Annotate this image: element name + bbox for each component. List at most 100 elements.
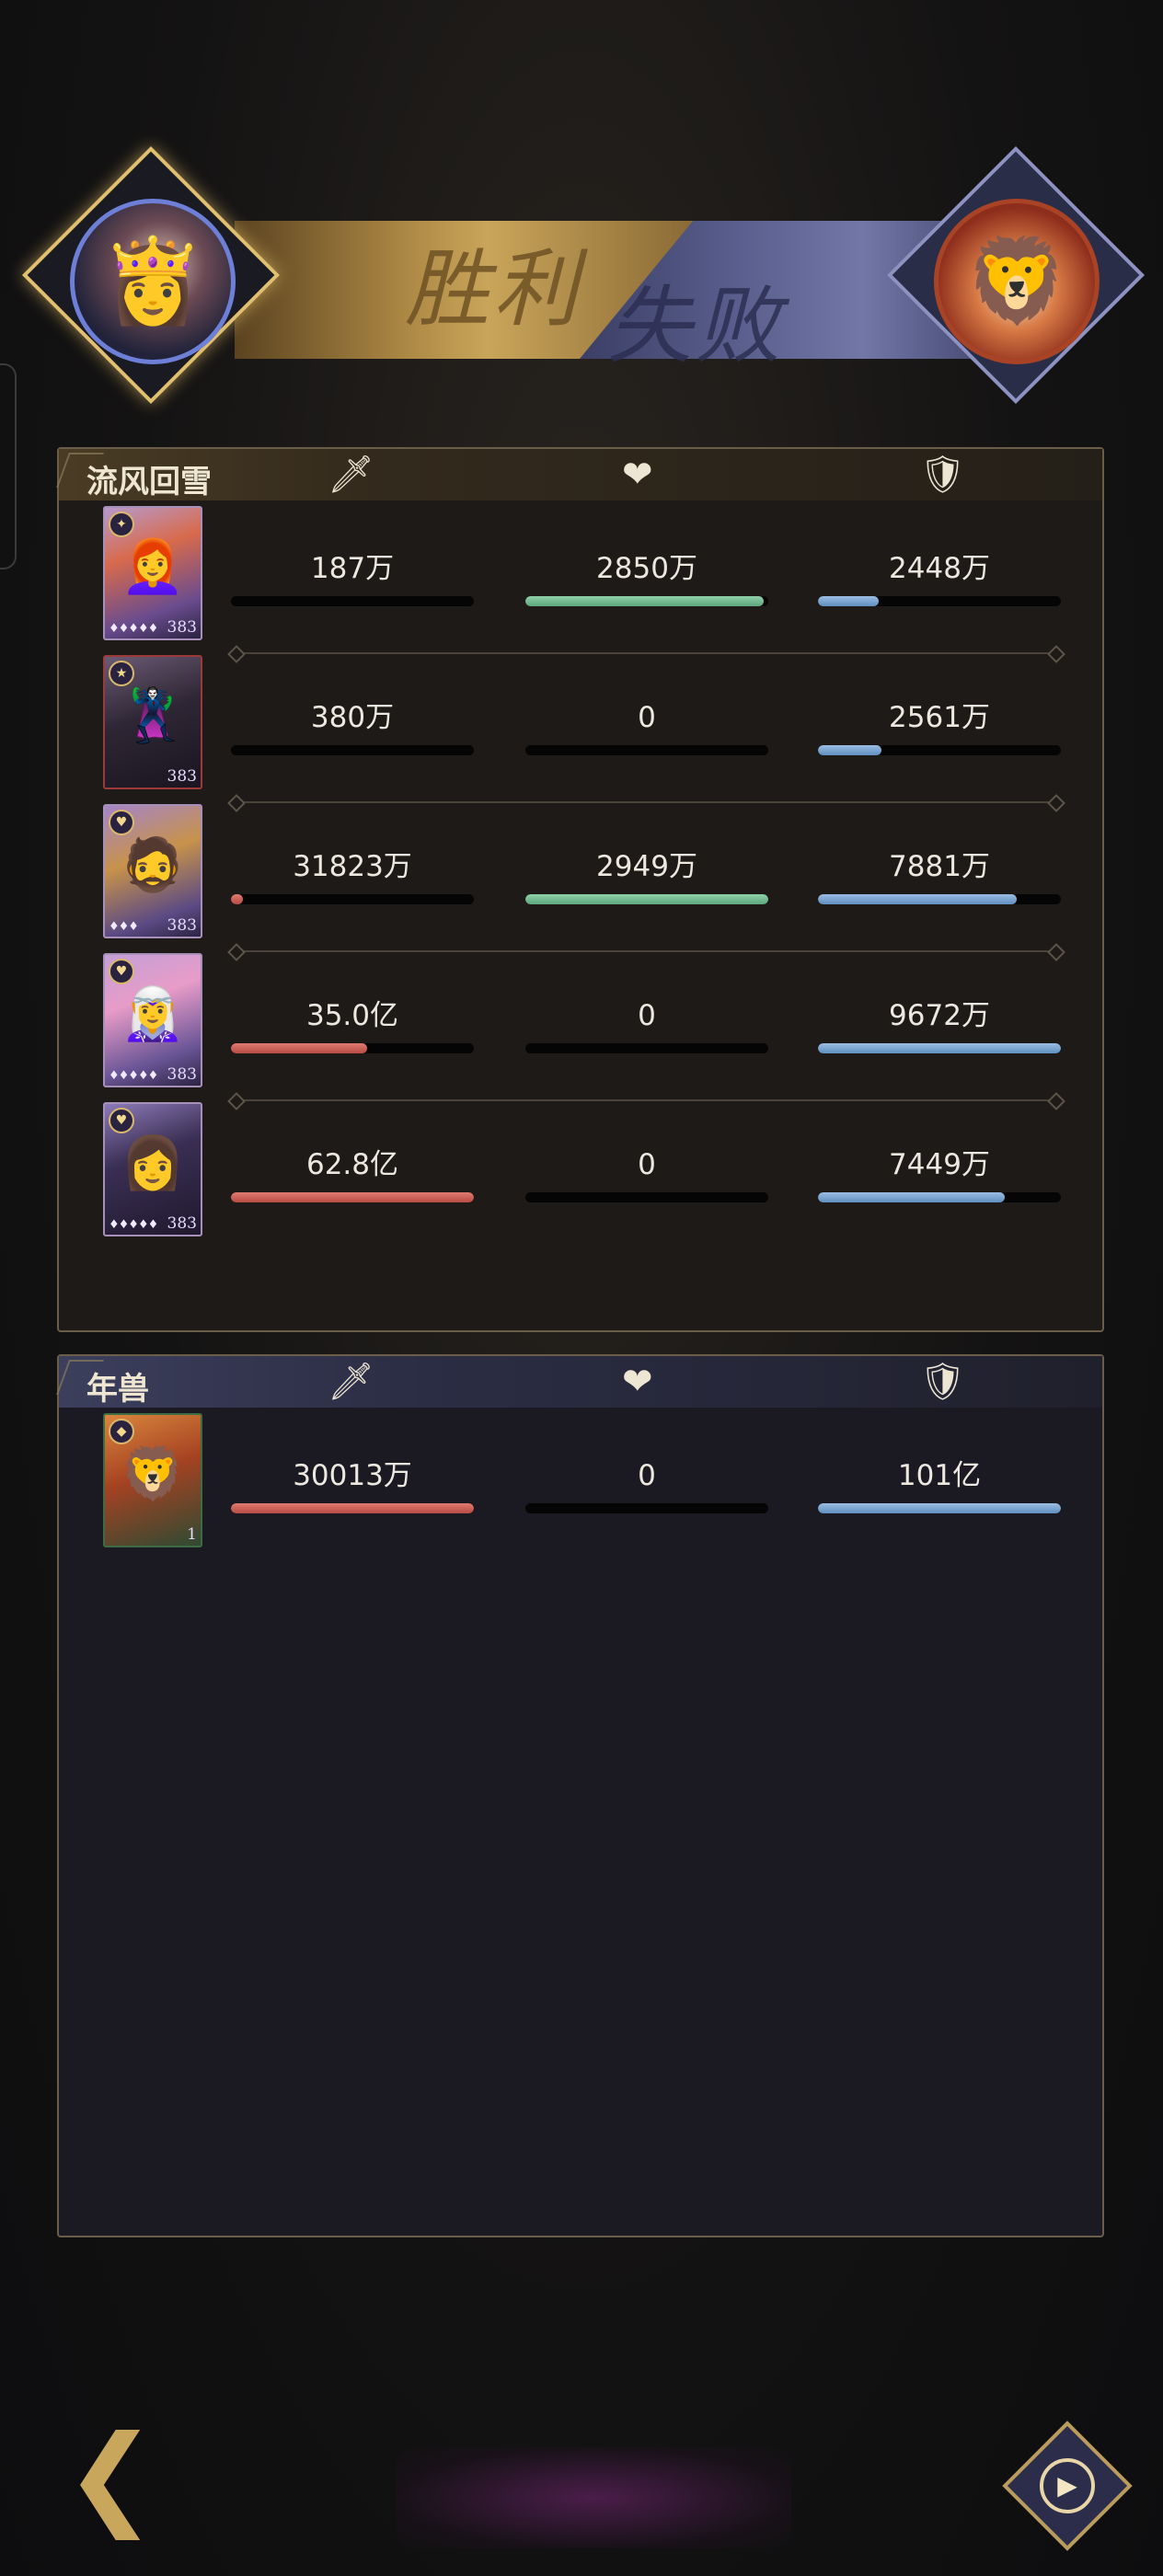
hero-card[interactable]: ♥ 🧝‍♀️ ♦♦♦♦♦ 383 (103, 953, 202, 1087)
element-icon: ✦ (109, 512, 134, 537)
row-divider (236, 950, 1057, 952)
damage-bar (231, 596, 474, 606)
hero-card[interactable]: ♥ 🧔 ♦♦♦ 383 (103, 804, 202, 938)
damage-bar (231, 745, 474, 755)
damage-value: 31823万 (293, 850, 412, 883)
row-divider (236, 801, 1057, 803)
heart-icon[interactable]: ❤ (622, 454, 653, 495)
center-button-glow (396, 2447, 791, 2548)
enemy-portrait-icon: 🦁 (121, 1444, 185, 1505)
damage-stat: 380万 (231, 655, 474, 755)
sword-icon[interactable]: 🗡 (328, 454, 374, 495)
tank-value: 101亿 (897, 1459, 982, 1492)
hero-row[interactable]: ✦ 👩‍🦰 ♦♦♦♦♦ 383 187万 2850万 2448万 (59, 506, 1102, 653)
damage-stat: 35.0亿 (231, 953, 474, 1053)
healing-value: 0 (638, 1148, 656, 1181)
hero-row[interactable]: ♥ 🧝‍♀️ ♦♦♦♦♦ 383 35.0亿 0 9672万 (59, 953, 1102, 1100)
heart-icon[interactable]: ❤ (622, 1362, 653, 1402)
enemy-panel-header: 年兽 🗡 ❤ 🛡 (56, 1356, 1102, 1408)
star-gems-icon: ♦♦♦♦♦ (109, 1218, 158, 1232)
healing-bar-fill (525, 894, 768, 904)
healing-value: 2850万 (596, 552, 697, 585)
hero-row[interactable]: ★ 🦹 383 380万 0 2561万 (59, 655, 1102, 802)
enemy-card[interactable]: ◆ 🦁 1 (103, 1413, 202, 1547)
hero-row[interactable]: ♥ 👩 ♦♦♦♦♦ 383 62.8亿 0 7449万 (59, 1102, 1102, 1249)
damage-value: 380万 (310, 701, 395, 734)
hero-level: 383 (167, 618, 197, 637)
hero-card[interactable]: ★ 🦹 383 (103, 655, 202, 789)
ally-stats-panel: 流风回雪 🗡 ❤ 🛡 ✦ 👩‍🦰 ♦♦♦♦♦ 383 187万 2850万 24… (56, 447, 1104, 1332)
back-arrow-icon: ❮ (64, 2412, 157, 2540)
healing-stat: 0 (525, 655, 768, 755)
shield-icon[interactable]: 🛡 (919, 454, 966, 495)
row-divider (236, 1099, 1057, 1101)
healing-value: 0 (638, 701, 656, 734)
enemy-row[interactable]: ◆ 🦁 1 30013万 0 101亿 (59, 1413, 1102, 1560)
hero-level: 383 (167, 767, 197, 786)
hero-level: 383 (167, 1065, 197, 1084)
tank-value: 2561万 (889, 701, 990, 734)
row-divider (236, 652, 1057, 654)
hero-row[interactable]: ♥ 🧔 ♦♦♦ 383 31823万 2949万 7881万 (59, 804, 1102, 951)
sword-icon[interactable]: 🗡 (328, 1362, 374, 1402)
tank-bar-fill (818, 894, 1018, 904)
victory-text: 胜利 (405, 240, 582, 339)
element-icon: ◆ (109, 1419, 134, 1444)
tank-bar-fill (818, 1192, 1006, 1202)
enemy-avatar[interactable]: 🦁 (934, 199, 1100, 364)
damage-value: 30013万 (293, 1459, 412, 1492)
tank-bar (818, 1503, 1061, 1513)
ally-avatar[interactable]: 👸 (70, 199, 236, 364)
damage-value: 62.8亿 (305, 1148, 399, 1181)
tank-value: 7881万 (889, 850, 990, 883)
healing-value: 0 (638, 999, 656, 1032)
hero-level: 383 (167, 1214, 197, 1233)
enemy-level: 1 (187, 1525, 197, 1544)
element-icon: ♥ (109, 959, 134, 984)
star-gems-icon: ♦♦♦♦♦ (109, 622, 158, 636)
tank-stat: 7881万 (818, 804, 1061, 904)
tank-stat: 2561万 (818, 655, 1061, 755)
result-banner: 胜利 失败 👸 🦁 (21, 145, 1146, 405)
healing-bar (525, 894, 768, 904)
healing-stat: 0 (525, 1102, 768, 1202)
enemy-portrait-icon: 🦁 (964, 233, 1069, 329)
hero-level: 383 (167, 916, 197, 935)
tank-bar (818, 894, 1061, 904)
back-button[interactable]: ❮ (55, 2421, 175, 2532)
tank-bar-fill (818, 1043, 1061, 1053)
tank-bar (818, 1192, 1061, 1202)
healing-stat: 0 (525, 1413, 768, 1513)
ally-team-name: 流风回雪 (86, 464, 212, 500)
tank-value: 9672万 (889, 999, 990, 1032)
healing-bar (525, 1043, 768, 1053)
tank-stat: 101亿 (818, 1413, 1061, 1513)
tank-bar (818, 596, 1061, 606)
healing-bar (525, 1192, 768, 1202)
damage-value: 35.0亿 (305, 999, 399, 1032)
tank-bar (818, 1043, 1061, 1053)
healing-bar (525, 745, 768, 755)
hero-card[interactable]: ✦ 👩‍🦰 ♦♦♦♦♦ 383 (103, 506, 202, 640)
replay-icon[interactable]: ▶ (1040, 2458, 1095, 2513)
element-icon: ♥ (109, 810, 134, 835)
healing-bar-fill (525, 596, 764, 606)
damage-bar-fill (231, 1503, 474, 1513)
damage-stat: 30013万 (231, 1413, 474, 1513)
ally-panel-header: 流风回雪 🗡 ❤ 🛡 (56, 449, 1102, 500)
star-gems-icon: ♦♦♦♦♦ (109, 1069, 158, 1083)
hero-portrait-icon: 🧝‍♀️ (121, 984, 185, 1045)
damage-bar-fill (231, 1043, 367, 1053)
tank-value: 2448万 (889, 552, 990, 585)
tank-value: 7449万 (889, 1148, 990, 1181)
healing-stat: 0 (525, 953, 768, 1053)
tank-stat: 2448万 (818, 506, 1061, 606)
hero-card[interactable]: ♥ 👩 ♦♦♦♦♦ 383 (103, 1102, 202, 1236)
hero-portrait-icon: 🧔 (121, 835, 185, 896)
side-drawer-tab[interactable] (0, 363, 17, 569)
damage-value: 187万 (310, 552, 395, 585)
hero-portrait-icon: 🦹 (121, 686, 185, 747)
shield-icon[interactable]: 🛡 (919, 1362, 966, 1402)
enemy-team-name: 年兽 (86, 1371, 149, 1408)
healing-stat: 2949万 (525, 804, 768, 904)
